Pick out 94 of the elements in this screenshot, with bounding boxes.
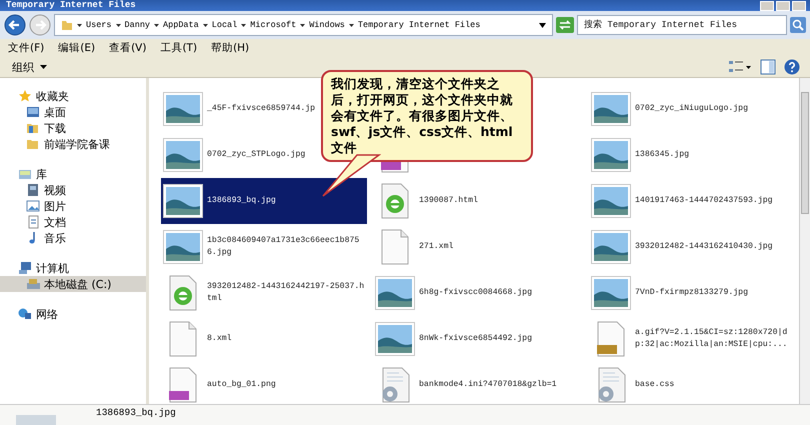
chevron-icon: [241, 22, 246, 28]
image-file-icon: [591, 184, 631, 218]
download-icon: [26, 121, 40, 135]
preview-pane-icon: [760, 59, 776, 75]
maximize-button[interactable]: [776, 0, 790, 10]
breadcrumb-item[interactable]: Danny: [124, 20, 150, 30]
folder-icon: [61, 19, 73, 31]
callout-tail: [321, 154, 381, 198]
chevron-icon: [202, 22, 208, 28]
sidebar-item[interactable]: 桌面: [0, 104, 146, 120]
menu-item[interactable]: 编辑(E): [58, 41, 96, 55]
star-icon: [18, 89, 32, 103]
sidebar-item[interactable]: 本地磁盘 (C:): [0, 276, 146, 292]
file-item[interactable]: 3932012482-1443162442197-25037.html: [161, 270, 367, 316]
computer-icon: [18, 261, 32, 275]
file-item[interactable]: auto_bg_01.png: [161, 362, 367, 408]
file-item[interactable]: 3932012482-1443162410430.jpg: [589, 224, 799, 270]
chevron-icon: [116, 22, 121, 28]
sidebar-item[interactable]: 收藏夹: [0, 88, 146, 104]
blank-file-icon: [381, 229, 409, 265]
video-icon: [26, 183, 40, 197]
image-file-icon: [163, 138, 203, 172]
menu-item[interactable]: 文件(F): [8, 41, 44, 55]
sidebar-item[interactable]: 音乐: [0, 230, 146, 246]
folder-icon: [26, 137, 40, 151]
file-item[interactable]: a.gif?V=2.1.15&CI=sz:1280x720|dp:32|ac:Mozilla|an:MSIE|cpu:...: [589, 316, 799, 362]
menu-item[interactable]: 帮助(H): [211, 41, 250, 55]
organize-button[interactable]: 组织: [10, 58, 49, 76]
file-item[interactable]: 7VnD-fxirmpz8133279.jpg: [589, 270, 799, 316]
file-item[interactable]: 271.xml: [373, 224, 583, 270]
image-file-icon: [591, 92, 631, 126]
file-item[interactable]: 8.xml: [161, 316, 367, 362]
breadcrumb-item[interactable]: Temporary Internet Files: [358, 20, 480, 30]
menu-item[interactable]: 查看(V): [109, 41, 146, 55]
chevron-icon: [154, 22, 160, 28]
caret-icon: [40, 65, 47, 69]
html-file-icon: [169, 275, 197, 311]
sidebar-item[interactable]: 计算机: [0, 260, 146, 276]
search-icon: [790, 17, 806, 33]
image-file-icon: [163, 230, 203, 264]
window-title: Temporary Internet Files: [6, 0, 136, 11]
chevron-icon: [348, 22, 354, 28]
library-icon: [18, 167, 32, 181]
sidebar-item[interactable]: 库: [0, 166, 146, 182]
sidebar-item[interactable]: 下载: [0, 120, 146, 136]
file-item[interactable]: 8nWk-fxivsce6854492.jpg: [373, 316, 583, 362]
blank-file-icon: [169, 321, 197, 357]
breadcrumb-item[interactable]: AppData: [163, 20, 199, 30]
close-button[interactable]: [792, 0, 806, 10]
dropdown-arrow-icon: [539, 22, 546, 28]
file-item[interactable]: 6h8g-fxivscc0084668.jpg: [373, 270, 583, 316]
thumbnail-placeholder: [16, 415, 56, 425]
file-item[interactable]: 1390087.html: [373, 178, 583, 224]
breadcrumb-item[interactable]: Local: [212, 20, 238, 30]
image-file-icon: [163, 92, 203, 126]
image-file-icon: [375, 276, 415, 310]
network-icon: [18, 307, 32, 321]
chevron-icon: [77, 22, 82, 28]
minimize-button[interactable]: [760, 0, 774, 10]
image-file-icon: [375, 322, 415, 356]
refresh-icon: [556, 17, 574, 33]
file-item[interactable]: 0702_zyc_iNiuguLogo.jpg: [589, 86, 799, 132]
status-filename: 1386893_bq.jpg: [96, 406, 176, 418]
file-item[interactable]: 1386345.jpg: [589, 132, 799, 178]
file-item[interactable]: base.css: [589, 362, 799, 408]
desktop-icon: [26, 105, 40, 119]
breadcrumb-item[interactable]: Users: [86, 20, 112, 30]
scrollbar[interactable]: [799, 78, 810, 404]
image-file-icon: [163, 184, 203, 218]
gif-file-icon: [597, 321, 625, 357]
drive-icon: [26, 277, 40, 291]
image-file-icon: [591, 276, 631, 310]
sidebar-item[interactable]: 图片: [0, 198, 146, 214]
breadcrumb-item[interactable]: Windows: [309, 20, 345, 30]
sidebar-item[interactable]: 前端学院备课: [0, 136, 146, 152]
sidebar-item[interactable]: 网络: [0, 306, 146, 322]
breadcrumb-item[interactable]: Microsoft: [250, 20, 296, 30]
file-item[interactable]: bankmode4.ini?4707018&gzlb=1: [373, 362, 583, 408]
file-item[interactable]: 1b3c084609407a1731e3c66eec1b8756.jpg: [161, 224, 367, 270]
view-options-icon: [728, 59, 752, 75]
search-field[interactable]: 搜索 Temporary Internet Files: [577, 15, 787, 35]
doc-icon: [26, 215, 40, 229]
file-item[interactable]: 1386893_bq.jpg: [161, 178, 367, 224]
help-icon: [784, 59, 800, 75]
file-item[interactable]: 1401917463-1444702437593.jpg: [589, 178, 799, 224]
address-bar[interactable]: Users Danny AppData Local Microsoft Windows Temporary Internet Files: [54, 14, 553, 36]
menu-item[interactable]: 工具(T): [160, 41, 198, 55]
picture-icon: [26, 199, 40, 213]
html-file-icon: [381, 183, 409, 219]
image-file-icon: [591, 138, 631, 172]
chevron-icon: [300, 22, 306, 28]
image-file-icon: [591, 230, 631, 264]
sidebar-item[interactable]: 视频: [0, 182, 146, 198]
sidebar-item[interactable]: 文档: [0, 214, 146, 230]
